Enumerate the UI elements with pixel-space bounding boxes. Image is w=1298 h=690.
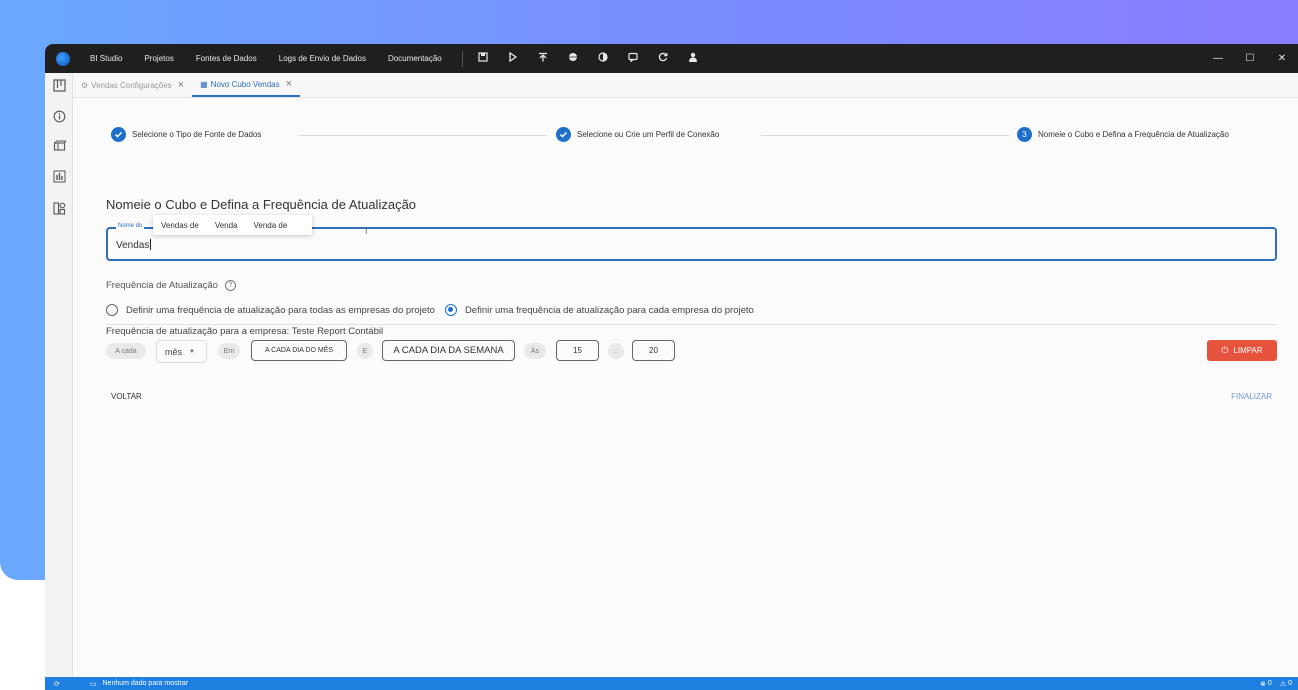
app-logo-icon bbox=[56, 51, 70, 66]
run-icon[interactable] bbox=[507, 51, 519, 65]
tab-label: Novo Cubo Vendas bbox=[210, 79, 280, 89]
close-icon[interactable]: × bbox=[286, 78, 292, 90]
main-content: Selecione o Tipo de Fonte de Dados Selec… bbox=[73, 98, 1298, 677]
page-title: Nomeie o Cubo e Defina a Frequência de A… bbox=[106, 197, 417, 212]
autocomplete-item[interactable]: Venda bbox=[207, 221, 246, 230]
warnings-counter[interactable]: ⚠ 0 bbox=[1280, 680, 1292, 688]
step-number: 3 bbox=[1017, 127, 1032, 142]
radio-unchecked-icon[interactable] bbox=[106, 304, 118, 316]
help-icon[interactable]: ? bbox=[224, 280, 236, 291]
cube-icon: ▦ bbox=[200, 79, 208, 89]
step-label: Nomeie o Cubo e Defina a Frequência de A… bbox=[1038, 130, 1229, 139]
as-chip: Às bbox=[524, 343, 546, 359]
autocomplete-item[interactable]: Vendas de bbox=[153, 221, 207, 230]
radio-all-companies[interactable]: Definir uma frequência de atualização pa… bbox=[106, 304, 435, 316]
minimize-button[interactable]: — bbox=[1202, 53, 1234, 64]
stepper: Selecione o Tipo de Fonte de Dados Selec… bbox=[111, 127, 1271, 143]
dashboard-icon[interactable] bbox=[51, 202, 67, 218]
status-counters: ⊗ 0 ⚠ 0 bbox=[1260, 677, 1292, 690]
frequency-section-label: Frequência de Atualização ? bbox=[106, 280, 236, 291]
board-icon[interactable] bbox=[51, 79, 67, 95]
check-icon bbox=[111, 127, 126, 142]
radio-checked-icon[interactable] bbox=[444, 304, 457, 316]
voltar-button[interactable]: VOLTAR bbox=[111, 392, 142, 401]
ibeam-cursor-icon: I bbox=[365, 226, 368, 236]
radio-each-company[interactable]: Definir uma frequência de atualização pa… bbox=[444, 304, 754, 316]
text-caret bbox=[150, 239, 152, 250]
step-2: Selecione ou Crie um Perfil de Conexão bbox=[556, 127, 719, 142]
menu-item-bi-studio[interactable]: BI Studio bbox=[90, 54, 122, 63]
error-icon: ⊗ bbox=[1260, 680, 1266, 688]
menu-item-documentacao[interactable]: Documentação bbox=[388, 54, 442, 63]
title-bar: BI Studio Projetos Fontes de Dados Logs … bbox=[45, 44, 1298, 73]
a-cada-chip: A cada bbox=[106, 343, 146, 359]
colon-chip: : bbox=[608, 343, 624, 359]
hour-input[interactable]: 15 bbox=[556, 340, 599, 361]
warning-icon: ⚠ bbox=[1279, 680, 1287, 688]
close-button[interactable]: ✕ bbox=[1266, 53, 1298, 64]
schedule-row: A cada mês ▼ Em A CADA DIA DO MÊS E A CA… bbox=[106, 340, 1277, 363]
step-3: 3 Nomeie o Cubo e Defina a Frequência de… bbox=[1017, 127, 1229, 142]
menu-item-logs[interactable]: Logs de Envio de Dados bbox=[279, 54, 366, 63]
publish-icon[interactable] bbox=[537, 52, 549, 65]
errors-counter[interactable]: ⊗ 0 bbox=[1260, 680, 1272, 688]
period-select[interactable]: mês ▼ bbox=[156, 340, 207, 363]
globe-icon[interactable] bbox=[567, 52, 579, 65]
finalizar-button[interactable]: FINALIZAR bbox=[1231, 392, 1272, 401]
maximize-button[interactable]: ☐ bbox=[1234, 53, 1266, 64]
sync-icon[interactable]: ⟳ bbox=[54, 680, 60, 688]
calendar-icon: ▭ bbox=[89, 680, 97, 688]
save-icon[interactable] bbox=[477, 52, 489, 65]
day-of-month-select[interactable]: A CADA DIA DO MÊS bbox=[251, 340, 347, 361]
app-window: BI Studio Projetos Fontes de Dados Logs … bbox=[45, 44, 1298, 690]
limpar-button[interactable]: ⏻ LIMPAR bbox=[1207, 340, 1277, 361]
step-connector bbox=[761, 135, 1009, 136]
step-label: Selecione ou Crie um Perfil de Conexão bbox=[577, 130, 720, 139]
radio-label: Definir uma frequência de atualização pa… bbox=[464, 304, 754, 316]
menu-item-projetos[interactable]: Projetos bbox=[144, 54, 173, 63]
radio-label: Definir uma frequência de atualização pa… bbox=[126, 304, 435, 316]
day-of-week-select[interactable]: A CADA DIA DA SEMANA bbox=[382, 340, 515, 361]
chat-icon[interactable] bbox=[627, 52, 639, 65]
contrast-icon[interactable] bbox=[597, 52, 609, 65]
tab-novo-cubo-vendas[interactable]: ▦ Novo Cubo Vendas × bbox=[192, 73, 301, 97]
step-connector bbox=[299, 135, 547, 136]
tab-vendas-configuracoes[interactable]: ⚙ Vendas Configurações × bbox=[73, 73, 192, 97]
cube-icon[interactable] bbox=[51, 140, 67, 156]
settings-icon: ⚙ bbox=[81, 80, 89, 90]
autocomplete-popup: Vendas de Venda Venda de bbox=[153, 215, 312, 235]
refresh-icon[interactable] bbox=[657, 52, 669, 65]
check-icon bbox=[556, 127, 571, 142]
autocomplete-item[interactable]: Venda de bbox=[246, 221, 296, 230]
sidebar bbox=[45, 73, 73, 677]
step-1: Selecione o Tipo de Fonte de Dados bbox=[111, 127, 261, 142]
divider bbox=[106, 324, 1277, 325]
window-controls: — ☐ ✕ bbox=[1202, 44, 1298, 73]
status-message: ▭ Nenhum dado para mostrar bbox=[89, 680, 189, 688]
bar-chart-icon[interactable] bbox=[51, 170, 67, 186]
frequency-radio-group: Definir uma frequência de atualização pa… bbox=[106, 304, 764, 316]
power-icon: ⏻ bbox=[1221, 345, 1229, 355]
close-icon[interactable]: × bbox=[178, 79, 184, 91]
e-chip: E bbox=[357, 343, 373, 359]
cube-name-label: Nome do bbox=[116, 223, 145, 229]
info-icon[interactable] bbox=[51, 110, 67, 126]
step-label: Selecione o Tipo de Fonte de Dados bbox=[132, 130, 262, 139]
em-chip: Em bbox=[218, 343, 240, 359]
tab-bar: ⚙ Vendas Configurações × ▦ Novo Cubo Ven… bbox=[73, 73, 1298, 98]
status-bar: ⟳ ▭ Nenhum dado para mostrar ⊗ 0 ⚠ 0 bbox=[45, 677, 1298, 690]
menu-item-fontes-de-dados[interactable]: Fontes de Dados bbox=[196, 54, 257, 63]
toolbar-divider bbox=[461, 50, 463, 67]
cube-name-value[interactable]: Vendas bbox=[116, 239, 152, 251]
chevron-down-icon: ▼ bbox=[189, 348, 195, 355]
user-icon[interactable] bbox=[687, 52, 699, 65]
tab-label: Vendas Configurações bbox=[91, 80, 172, 90]
company-frequency-title: Frequência de atualização para a empresa… bbox=[106, 326, 384, 337]
minute-input[interactable]: 20 bbox=[632, 340, 675, 361]
